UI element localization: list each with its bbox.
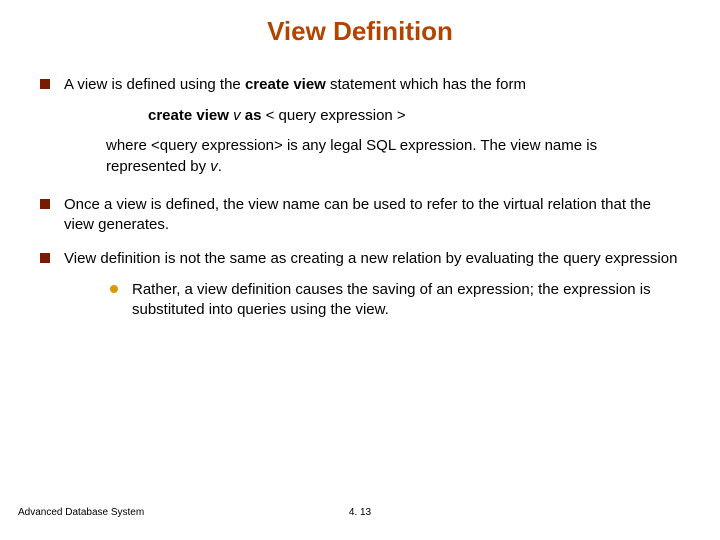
text-italic: v bbox=[210, 158, 218, 175]
slide: View Definition A view is defined using … bbox=[0, 0, 720, 540]
text-italic: v bbox=[233, 107, 245, 124]
square-bullet-icon bbox=[40, 199, 50, 209]
syntax-line: create view v as < query expression > bbox=[148, 107, 680, 124]
bullet-text: Rather, a view definition causes the sav… bbox=[132, 280, 680, 321]
list-item: View definition is not the same as creat… bbox=[40, 249, 680, 320]
bullet-text: Once a view is defined, the view name ca… bbox=[64, 195, 680, 236]
sub-paragraph: where <query expression> is any legal SQ… bbox=[106, 136, 680, 177]
text-fragment: where <query expression> is any legal SQ… bbox=[106, 137, 597, 174]
text-fragment: A view is defined using the bbox=[64, 76, 245, 93]
footer-page-number: 4. 13 bbox=[0, 507, 720, 518]
text-fragment: statement which has the form bbox=[326, 76, 526, 93]
list-item: A view is defined using the create view … bbox=[40, 75, 680, 95]
text-bold: create view bbox=[148, 107, 233, 124]
text-fragment: View definition is not the same as creat… bbox=[64, 250, 677, 267]
text-fragment: < query expression > bbox=[266, 107, 406, 124]
square-bullet-icon bbox=[40, 79, 50, 89]
list-item: Once a view is defined, the view name ca… bbox=[40, 195, 680, 236]
text-bold: as bbox=[245, 107, 266, 124]
text-bold: create view bbox=[245, 76, 326, 93]
text-fragment: . bbox=[218, 158, 222, 175]
slide-title: View Definition bbox=[40, 16, 680, 47]
circle-bullet-icon bbox=[110, 285, 118, 293]
square-bullet-icon bbox=[40, 253, 50, 263]
bullet-list: A view is defined using the create view … bbox=[40, 75, 680, 320]
list-item-nested: Rather, a view definition causes the sav… bbox=[110, 280, 680, 321]
bullet-text: View definition is not the same as creat… bbox=[64, 249, 680, 320]
bullet-text: A view is defined using the create view … bbox=[64, 75, 680, 95]
